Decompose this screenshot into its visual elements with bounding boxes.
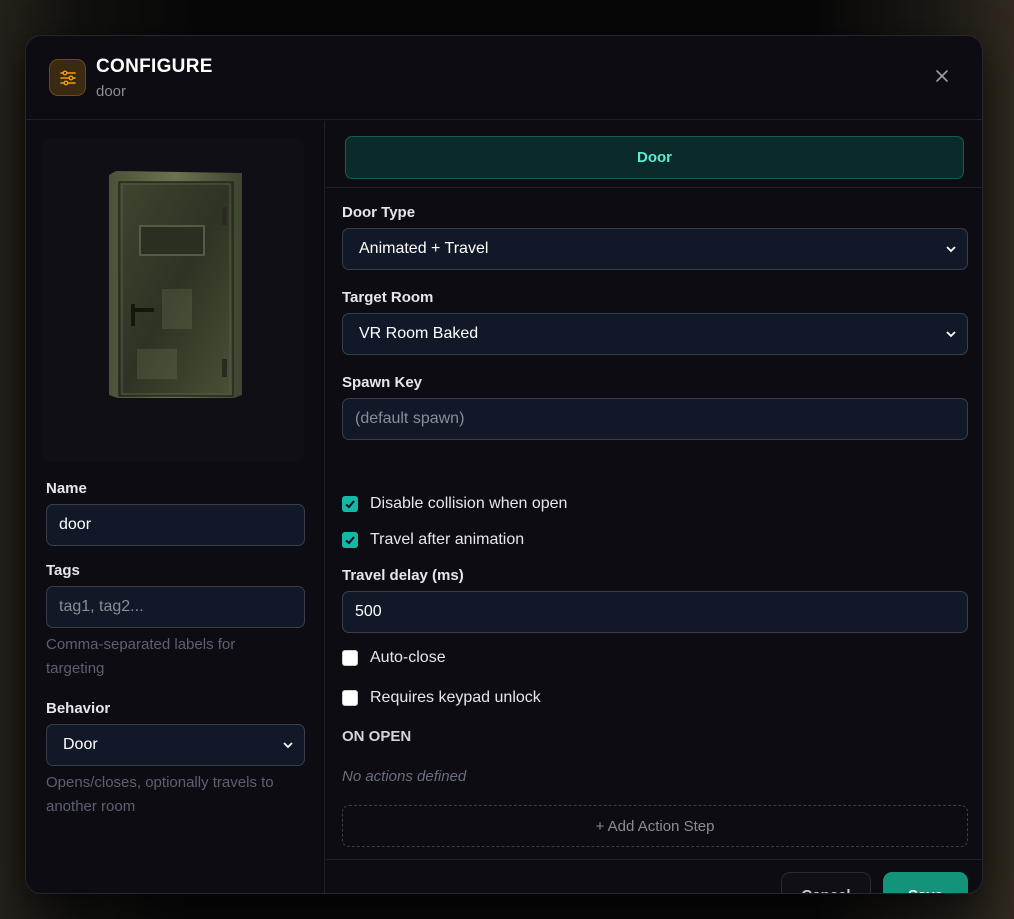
requires-keypad-checkbox-row[interactable]: Requires keypad unlock [342,689,541,707]
dialog-title: CONFIGURE [96,56,213,77]
spawn-key-input[interactable] [342,398,968,440]
tags-label: Tags [46,562,80,579]
chevron-down-icon [283,742,293,749]
behavior-help-text: Opens/closes, optionally travels to anot… [46,774,274,815]
dialog-header: CONFIGURE door [26,36,982,120]
door-type-value: Animated + Travel [359,240,489,257]
tags-input[interactable] [46,586,305,628]
on-open-section-title: ON OPEN [342,728,412,745]
travel-after-animation-checkbox-row[interactable]: Travel after animation [342,531,524,549]
checkbox-unchecked[interactable] [342,650,358,666]
behavior-label: Behavior [46,700,111,717]
name-input[interactable] [46,504,305,546]
travel-delay-input[interactable] [342,591,968,633]
disable-collision-checkbox-row[interactable]: Disable collision when open [342,495,567,513]
close-icon [936,70,948,82]
left-panel: Name Tags Comma-separated labels for tar… [26,121,325,893]
dialog-subtitle: door [96,83,127,100]
travel-after-animation-label: Travel after animation [370,531,525,548]
save-button[interactable]: Save [883,872,968,893]
right-panel: Door Door Type Animated + Travel Target … [326,121,982,893]
checkbox-unchecked[interactable] [342,690,358,706]
footer-divider [326,859,982,860]
travel-delay-label: Travel delay (ms) [342,567,464,584]
checkmark-icon [345,500,355,509]
disable-collision-label: Disable collision when open [370,495,568,512]
behavior-select-value: Door [63,736,98,753]
model-preview [42,139,304,461]
chevron-down-icon [946,331,956,338]
tab-door[interactable]: Door [345,136,964,179]
spawn-key-label: Spawn Key [342,374,423,391]
chevron-down-icon [946,246,956,253]
divider [326,187,982,188]
requires-keypad-label: Requires keypad unlock [370,689,541,706]
configure-dialog: CONFIGURE door Name door Tags tag1, tag2… [25,35,983,894]
door-type-select[interactable]: Animated + Travel [342,228,968,270]
tags-help-text: Comma-separated labels for targeting [46,636,236,677]
checkbox-checked[interactable] [342,532,358,548]
behavior-select[interactable]: Door [46,724,305,766]
checkmark-icon [345,536,355,545]
name-label: Name [46,480,87,497]
sliders-icon [49,59,86,96]
add-action-step-button[interactable]: + Add Action Step [342,805,968,847]
target-room-select[interactable]: VR Room Baked [342,313,968,355]
door-model-image [109,171,242,398]
checkbox-checked[interactable] [342,496,358,512]
auto-close-checkbox-row[interactable]: Auto-close [342,649,446,667]
close-button[interactable] [932,66,952,86]
no-actions-text: No actions defined [342,768,467,785]
target-room-value: VR Room Baked [359,325,479,342]
door-type-label: Door Type [342,204,416,221]
cancel-button[interactable]: Cancel [781,872,871,893]
auto-close-label: Auto-close [370,649,446,666]
target-room-label: Target Room [342,289,434,306]
